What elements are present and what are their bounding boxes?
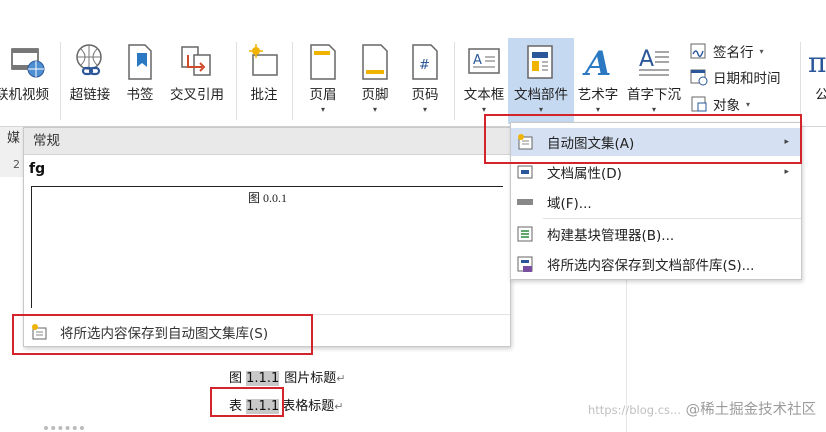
object-icon [691, 96, 707, 112]
paragraph-mark: ↵ [334, 400, 344, 413]
bookmark-button[interactable]: 书签 [118, 38, 162, 124]
header-icon [303, 40, 343, 84]
date-time-icon [690, 69, 708, 86]
menu-item-field[interactable]: 域(F)... [511, 188, 801, 216]
preview-text: 图 0.0.1 [247, 191, 287, 205]
building-blocks-organizer-icon [517, 226, 533, 242]
ribbon-divider [292, 42, 293, 120]
cross-reference-icon [177, 40, 217, 84]
row-marker: 2 [13, 158, 20, 171]
paragraph-mark: ↵ [336, 372, 346, 385]
date-time-button[interactable]: 日期和时间 [690, 66, 781, 88]
hyperlink-button[interactable]: 超链接 [64, 38, 116, 124]
comment-button[interactable]: 批注 [242, 38, 286, 124]
online-video-button[interactable]: 联机视频 [0, 38, 56, 124]
quick-parts-icon [521, 40, 561, 84]
svg-text:A: A [473, 53, 482, 68]
bookmark-icon [120, 40, 160, 84]
drop-cap-button[interactable]: A 首字下沉 ▾ [622, 38, 686, 124]
selection-handles [44, 426, 84, 430]
highlight-box-autotext [484, 114, 802, 164]
footer-button[interactable]: 页脚 ▾ [352, 38, 398, 124]
ribbon-divider [454, 42, 455, 120]
figure-number-field[interactable]: 1.1.1 [246, 371, 280, 386]
page-number-icon: # [405, 40, 445, 84]
svg-text:#: # [419, 58, 430, 73]
header-button[interactable]: 页眉 ▾ [300, 38, 346, 124]
ribbon-divider [800, 42, 801, 120]
wordart-icon: A [578, 40, 618, 84]
signature-line-button[interactable]: 签名行 ▾ [690, 40, 764, 62]
menu-item-save-to-quick-parts-gallery[interactable]: 将所选内容保存到文档部件库(S)... [511, 250, 801, 278]
signature-line-icon [690, 43, 706, 59]
field-icon [517, 199, 533, 205]
equation-icon: π [806, 40, 826, 84]
ribbon-divider [60, 42, 61, 120]
group-label: 媒 [7, 131, 21, 146]
figure-caption[interactable]: 图 1.1.1 图片标题↵ [229, 367, 345, 386]
ribbon-insert-tab: 联机视频 超链接 书签 交叉引用 批注 页眉 ▾ 页脚 ▾ # 页码 ▾ A 文… [0, 0, 826, 127]
highlight-box-save-autotext [12, 314, 313, 355]
gallery-category-header: 常规 [24, 128, 510, 155]
autotext-entry-name: fg [29, 161, 46, 177]
page-number-button[interactable]: # 页码 ▾ [402, 38, 448, 124]
ribbon-divider [236, 42, 237, 120]
object-button[interactable]: 对象 ▾ [690, 93, 750, 115]
cross-reference-button[interactable]: 交叉引用 [164, 38, 230, 124]
watermark: https://blog.cs... @稀土掘金技术社区 [588, 398, 816, 419]
wordart-button[interactable]: A 艺术字 ▾ [574, 38, 622, 124]
comment-icon [244, 40, 284, 84]
watermark-text: @稀土掘金技术社区 [685, 402, 817, 418]
save-to-gallery-icon [517, 256, 533, 272]
document-property-icon [517, 165, 533, 179]
online-video-icon [8, 40, 48, 84]
textbox-button[interactable]: A 文本框 ▾ [460, 38, 508, 124]
highlight-box-table-number [210, 387, 284, 417]
submenu-arrow-icon: ▸ [784, 167, 789, 177]
hyperlink-icon [70, 40, 110, 84]
watermark-url: https://blog.cs... [588, 403, 681, 417]
drop-cap-icon: A [634, 40, 674, 84]
textbox-icon: A [464, 40, 504, 84]
svg-text:A: A [582, 44, 611, 81]
svg-text:π: π [808, 46, 826, 79]
group-label-strip: 媒 2 [0, 127, 23, 177]
svg-text:A: A [639, 47, 654, 72]
menu-item-building-blocks-organizer[interactable]: 构建基块管理器(B)... [511, 220, 801, 248]
quick-parts-button[interactable]: 文档部件 ▾ [508, 38, 574, 124]
footer-icon [355, 40, 395, 84]
equation-button[interactable]: π 公 [806, 38, 826, 124]
autotext-entry-preview[interactable]: 图 0.0.1 [31, 186, 503, 308]
menu-divider [543, 218, 801, 219]
